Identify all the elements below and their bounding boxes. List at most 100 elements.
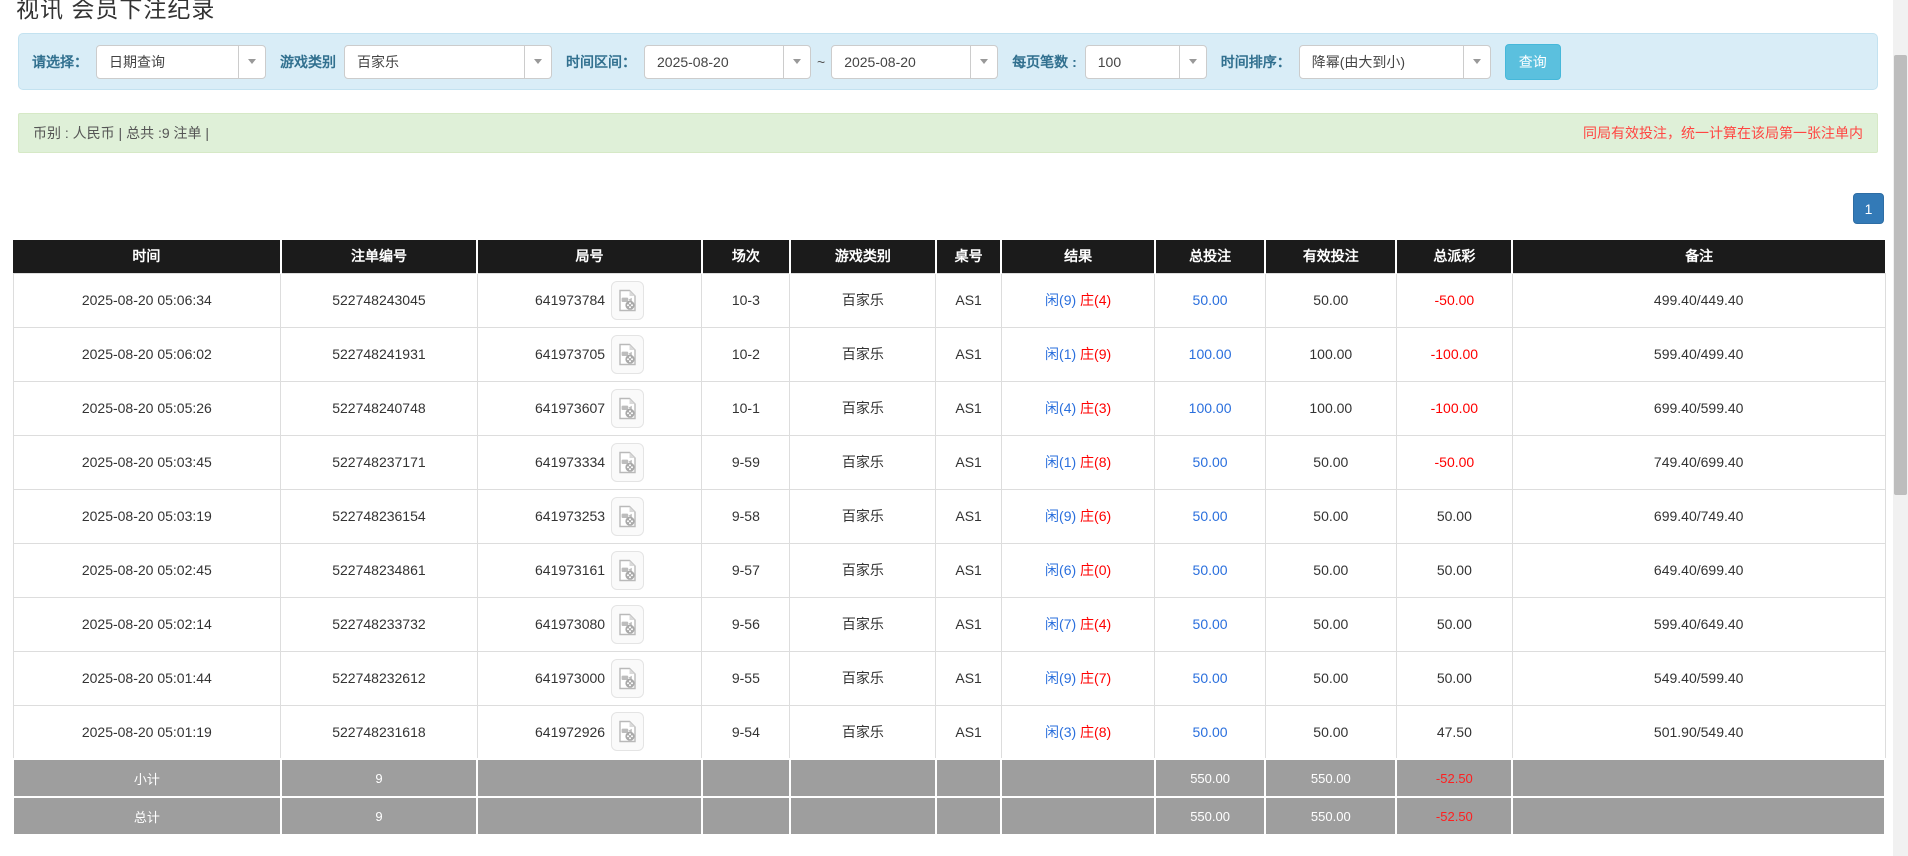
result-banker: 庄(3) — [1080, 400, 1111, 416]
game-type-cell: 百家乐 — [790, 597, 936, 651]
video-replay-button[interactable] — [611, 551, 644, 590]
table-row: 2025-08-20 05:01:19522748231618641972926… — [13, 705, 1885, 759]
sum-empty-cell — [936, 759, 1002, 797]
column-header: 场次 — [702, 240, 790, 273]
session-cell: 9-59 — [702, 435, 790, 489]
sum-empty-cell — [1001, 759, 1155, 797]
sort-order-select[interactable]: 降幂(由大到小) — [1299, 45, 1491, 79]
round-id: 641972926 — [535, 724, 605, 740]
valid-bet-cell: 50.00 — [1265, 651, 1396, 705]
result-cell: 闲(7) 庄(4) — [1001, 597, 1155, 651]
total-bet-cell: 100.00 — [1155, 381, 1265, 435]
payout-cell: 50.00 — [1396, 651, 1512, 705]
video-replay-button[interactable] — [611, 335, 644, 374]
time-cell: 2025-08-20 05:05:26 — [13, 381, 281, 435]
result-cell: 闲(3) 庄(8) — [1001, 705, 1155, 759]
total-bet-link[interactable]: 50.00 — [1193, 454, 1228, 470]
session-cell: 9-55 — [702, 651, 790, 705]
video-record-icon — [618, 667, 637, 690]
query-type-label: 请选择： — [32, 52, 88, 72]
video-record-icon — [618, 451, 637, 474]
payout-cell: -50.00 — [1396, 273, 1512, 327]
session-cell: 9-56 — [702, 597, 790, 651]
scrollbar-thumb[interactable] — [1894, 55, 1907, 495]
game-type-select[interactable]: 百家乐 — [344, 45, 552, 79]
bet-id-cell: 522748231618 — [281, 705, 478, 759]
column-header: 注单编号 — [281, 240, 478, 273]
game-type-cell: 百家乐 — [790, 543, 936, 597]
table-row: 2025-08-20 05:03:19522748236154641973253… — [13, 489, 1885, 543]
time-cell: 2025-08-20 05:06:34 — [13, 273, 281, 327]
sum-empty-cell — [1512, 759, 1885, 797]
sum-label: 小计 — [13, 759, 281, 797]
round-id: 641973000 — [535, 670, 605, 686]
column-header: 备注 — [1512, 240, 1885, 273]
total-bet-link[interactable]: 100.00 — [1189, 346, 1232, 362]
sum-payout: -52.50 — [1396, 759, 1512, 797]
date-from-value: 2025-08-20 — [645, 54, 783, 70]
round-cell: 641973080 — [477, 597, 702, 651]
total-bet-link[interactable]: 100.00 — [1189, 400, 1232, 416]
page-size-select[interactable]: 100 — [1085, 45, 1207, 79]
query-type-select[interactable]: 日期查询 — [96, 45, 266, 79]
table-no-cell: AS1 — [936, 597, 1002, 651]
session-cell: 9-54 — [702, 705, 790, 759]
total-bet-link[interactable]: 50.00 — [1193, 562, 1228, 578]
total-bet-link[interactable]: 50.00 — [1193, 724, 1228, 740]
remark-cell: 699.40/749.40 — [1512, 489, 1885, 543]
sum-payout: -52.50 — [1396, 797, 1512, 835]
table-row: 2025-08-20 05:06:34522748243045641973784… — [13, 273, 1885, 327]
column-header: 桌号 — [936, 240, 1002, 273]
sum-total-bet: 550.00 — [1155, 759, 1265, 797]
remark-cell: 501.90/549.40 — [1512, 705, 1885, 759]
bet-records-table: 时间注单编号局号场次游戏类别桌号结果总投注有效投注总派彩备注 2025-08-2… — [12, 240, 1886, 836]
video-replay-button[interactable] — [611, 497, 644, 536]
round-id: 641973607 — [535, 400, 605, 416]
result-player: 闲(9) — [1045, 292, 1076, 308]
bet-id-cell: 522748237171 — [281, 435, 478, 489]
result-banker: 庄(7) — [1080, 670, 1111, 686]
total-bet-cell: 50.00 — [1155, 273, 1265, 327]
video-replay-button[interactable] — [611, 281, 644, 320]
total-bet-cell: 50.00 — [1155, 651, 1265, 705]
subtotal-row: 小计9550.00550.00-52.50 — [13, 759, 1885, 797]
column-header: 时间 — [13, 240, 281, 273]
bet-id-cell: 522748243045 — [281, 273, 478, 327]
video-replay-button[interactable] — [611, 443, 644, 482]
round-cell: 641973000 — [477, 651, 702, 705]
total-bet-link[interactable]: 50.00 — [1193, 616, 1228, 632]
total-bet-link[interactable]: 50.00 — [1193, 508, 1228, 524]
table-row: 2025-08-20 05:03:45522748237171641973334… — [13, 435, 1885, 489]
video-record-icon — [618, 397, 637, 420]
date-from-input[interactable]: 2025-08-20 — [644, 45, 811, 79]
total-bet-cell: 50.00 — [1155, 489, 1265, 543]
remark-cell: 549.40/599.40 — [1512, 651, 1885, 705]
round-id: 641973334 — [535, 454, 605, 470]
total-bet-link[interactable]: 50.00 — [1193, 670, 1228, 686]
result-player: 闲(9) — [1045, 670, 1076, 686]
table-row: 2025-08-20 05:02:14522748233732641973080… — [13, 597, 1885, 651]
time-cell: 2025-08-20 05:03:19 — [13, 489, 281, 543]
round-cell: 641972926 — [477, 705, 702, 759]
table-no-cell: AS1 — [936, 435, 1002, 489]
summary-bar: 币别 : 人民币 | 总共 :9 注单 | 同局有效投注，统一计算在该局第一张注… — [18, 113, 1878, 153]
game-type-cell: 百家乐 — [790, 273, 936, 327]
scrollbar[interactable] — [1893, 0, 1908, 856]
payout-cell: 50.00 — [1396, 597, 1512, 651]
valid-bet-cell: 50.00 — [1265, 543, 1396, 597]
sum-total-bet: 550.00 — [1155, 797, 1265, 835]
pagination-page-1[interactable]: 1 — [1853, 193, 1884, 224]
sum-label: 总计 — [13, 797, 281, 835]
bet-id-cell: 522748240748 — [281, 381, 478, 435]
round-id: 641973080 — [535, 616, 605, 632]
result-banker: 庄(4) — [1080, 616, 1111, 632]
query-button[interactable]: 查询 — [1505, 44, 1561, 80]
video-replay-button[interactable] — [611, 659, 644, 698]
date-to-input[interactable]: 2025-08-20 — [831, 45, 998, 79]
total-bet-link[interactable]: 50.00 — [1193, 292, 1228, 308]
video-replay-button[interactable] — [611, 605, 644, 644]
video-replay-button[interactable] — [611, 712, 644, 751]
video-replay-button[interactable] — [611, 389, 644, 428]
valid-bet-cell: 50.00 — [1265, 489, 1396, 543]
result-banker: 庄(0) — [1080, 562, 1111, 578]
